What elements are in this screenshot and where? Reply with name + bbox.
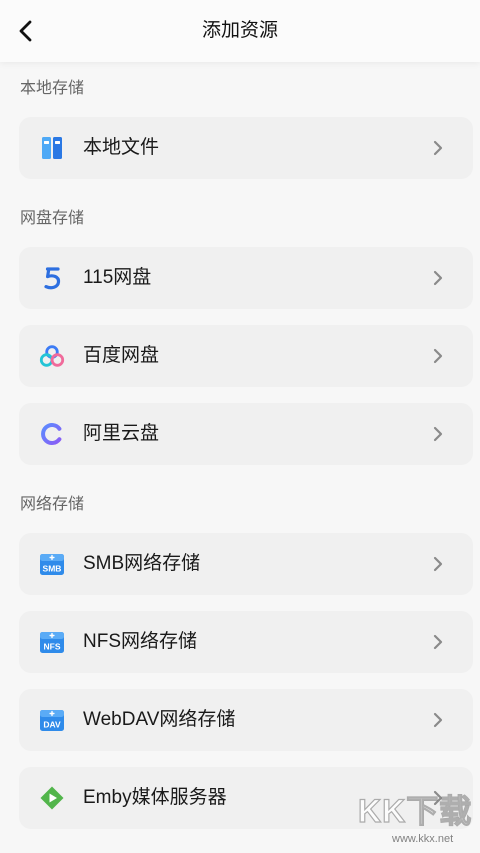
resource-list: SMB SMB网络存储 NFS NFS网络存储 DAV WebDAV网络存储 E… [0, 533, 480, 829]
resource-item-label: SMB网络存储 [83, 553, 201, 574]
chevron-right-icon [431, 633, 445, 651]
section-network-storage: 网络存储 SMB SMB网络存储 NFS NFS网络存储 DAV WebDAV网… [0, 494, 480, 829]
chevron-left-icon [19, 20, 32, 42]
resource-item-label: Emby媒体服务器 [83, 787, 227, 808]
resource-list: 115网盘 百度网盘 阿里云盘 [0, 247, 480, 465]
aliyun-drive-icon [39, 421, 65, 447]
chevron-right-icon [431, 789, 445, 807]
smb-icon: SMB [39, 551, 65, 577]
baidu-netdisk-icon [39, 343, 65, 369]
115-logo-icon [39, 265, 65, 291]
resource-item-label: 本地文件 [83, 137, 160, 158]
page-title: 添加资源 [201, 20, 278, 41]
chevron-right-icon [431, 269, 445, 287]
section-cloud-storage: 网盘存储 115网盘 百度网盘 阿里云盘 [0, 208, 480, 465]
emby-icon [39, 785, 65, 811]
chevron-right-icon [431, 425, 445, 443]
chevron-right-icon [431, 555, 445, 573]
resource-item-label: 115网盘 [83, 267, 152, 288]
resource-item-smb[interactable]: SMB SMB网络存储 [19, 533, 473, 595]
chevron-right-icon [431, 139, 445, 157]
nfs-badge-text: NFS [44, 642, 61, 652]
chevron-right-icon [431, 711, 445, 729]
webdav-badge-text: DAV [43, 720, 61, 730]
top-bar: 添加资源 [0, 0, 480, 62]
resource-item-label: 百度网盘 [83, 345, 160, 366]
section-label: 网络存储 [20, 496, 85, 513]
nfs-icon: NFS [39, 629, 65, 655]
resource-item-label: 阿里云盘 [83, 423, 160, 444]
resource-item-nfs[interactable]: NFS NFS网络存储 [19, 611, 473, 673]
section-local-storage: 本地存储 本地文件 [0, 78, 480, 179]
resource-item-aliyun-drive[interactable]: 阿里云盘 [19, 403, 473, 465]
resource-item-webdav[interactable]: DAV WebDAV网络存储 [19, 689, 473, 751]
back-button[interactable] [12, 17, 40, 45]
local-folder-icon [39, 135, 65, 161]
smb-badge-text: SMB [43, 564, 62, 574]
watermark-url: www.kkx.net [392, 833, 454, 845]
section-label: 本地存储 [20, 80, 85, 97]
resource-item-label: NFS网络存储 [83, 631, 198, 652]
resource-item-emby[interactable]: Emby媒体服务器 [19, 767, 473, 829]
section-label: 网盘存储 [20, 210, 85, 227]
resource-item-115-netdisk[interactable]: 115网盘 [19, 247, 473, 309]
webdav-icon: DAV [39, 707, 65, 733]
resource-item-local-files[interactable]: 本地文件 [19, 117, 473, 179]
resource-item-label: WebDAV网络存储 [83, 709, 236, 730]
resource-list: 本地文件 [0, 117, 480, 179]
chevron-right-icon [431, 347, 445, 365]
resource-item-baidu-netdisk[interactable]: 百度网盘 [19, 325, 473, 387]
